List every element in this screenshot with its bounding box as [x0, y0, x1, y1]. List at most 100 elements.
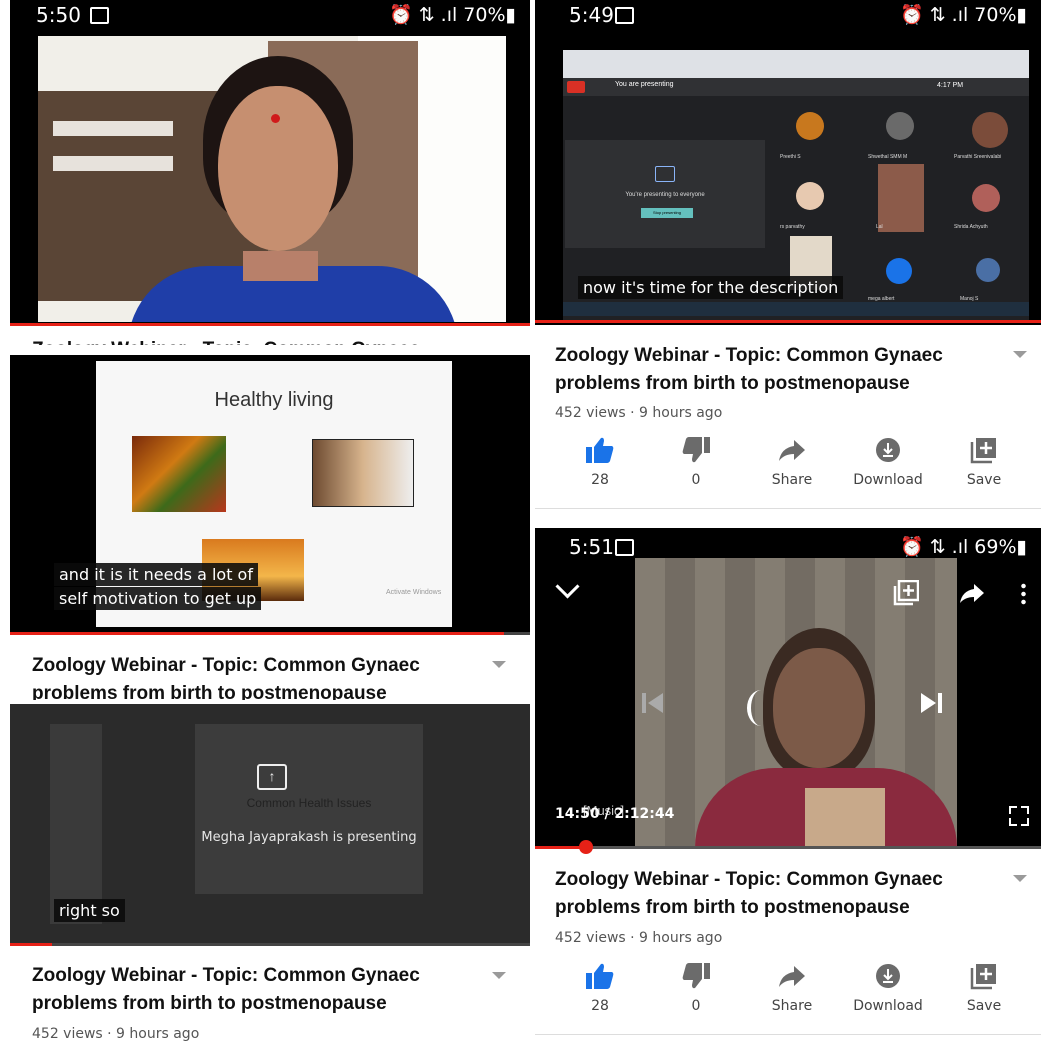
download-label: Download — [853, 472, 923, 488]
save-label: Save — [966, 472, 1002, 488]
share-label: Share — [771, 472, 813, 488]
playlist-add-icon — [970, 964, 996, 990]
video-title[interactable]: Zoology Webinar - Topic: Common Gynaec p… — [555, 342, 975, 398]
image-icon — [90, 7, 109, 24]
status-bar: 5:51 ⏰ ⇅ .ıl 69%▮ — [535, 528, 1041, 559]
video-title-line-2[interactable]: problems from birth to postmenopause — [32, 680, 387, 700]
video-progress[interactable] — [10, 943, 530, 946]
participant-avatar — [796, 112, 824, 140]
participant-avatar — [886, 258, 912, 284]
meet-presenting-label: You are presenting — [615, 81, 674, 88]
present-screen-icon — [655, 166, 675, 182]
save-button[interactable]: Save — [939, 962, 1029, 1014]
chevron-down-icon[interactable] — [492, 972, 506, 979]
video-player[interactable]: 5:51 ⏰ ⇅ .ıl 69%▮ [Music] 14:50 / 2:12:4… — [535, 528, 1041, 854]
status-time: 5:51 — [569, 535, 614, 559]
bindi — [271, 114, 280, 123]
person-face — [218, 86, 338, 251]
share-button[interactable]: Share — [747, 436, 837, 488]
share-icon[interactable] — [959, 582, 985, 604]
watermark: Activate Windows — [386, 589, 442, 596]
dislike-button[interactable]: 0 — [651, 962, 741, 1014]
screenshot-top-left: 5:50 ⏰ ⇅ .ıl 70%▮ Zoology Webinar - Topi… — [10, 0, 530, 345]
person-face — [773, 648, 865, 768]
participant-name: rs parvathy — [780, 224, 805, 230]
participant-avatar — [796, 182, 824, 210]
video-player[interactable] — [38, 36, 506, 322]
chevron-down-icon[interactable] — [1013, 351, 1027, 358]
browser-bar — [563, 50, 1029, 78]
scrubber-handle[interactable] — [579, 840, 593, 854]
screenshot-bottom-left: ↑ Common Health Issues Megha Jayaprakash… — [10, 704, 530, 1048]
video-timestamp: 14:50 / 2:12:44 — [555, 806, 675, 822]
status-indicators: ⏰ ⇅ .ıl 69%▮ — [900, 536, 1027, 558]
loading-spinner — [747, 690, 775, 726]
slide-title: Healthy living — [214, 389, 334, 411]
download-button[interactable]: Download — [843, 962, 933, 1014]
video-progress[interactable] — [10, 632, 530, 635]
screenshot-top-right: 5:49 ⏰ ⇅ .ıl 70%▮ You are presenting 4:1… — [535, 0, 1041, 520]
participant-name: Shwethal SMM M — [868, 154, 908, 160]
present-screen-icon: ↑ — [257, 764, 287, 790]
caption-line-2: self motivation to get up — [54, 587, 262, 610]
slide-thumbnails — [50, 724, 102, 924]
presenting-panel: You're presenting to everyone Stop prese… — [565, 140, 765, 248]
download-label: Download — [853, 998, 923, 1014]
meet-share-text: You're presenting to everyone — [625, 192, 705, 198]
thumbs-down-icon — [682, 437, 710, 463]
meet-time: 4:17 PM — [937, 82, 964, 89]
like-count: 28 — [591, 998, 609, 1014]
save-button[interactable]: Save — [939, 436, 1029, 488]
fullscreen-icon[interactable] — [1009, 806, 1029, 826]
image-icon — [615, 7, 634, 24]
video-title[interactable]: Zoology Webinar - Topic: Common Gynaec p… — [555, 866, 975, 922]
presenter-text: Megha Jayaprakash is presenting — [201, 830, 417, 845]
caption-line-1: and it is it needs a lot of — [54, 563, 258, 586]
previous-icon[interactable] — [639, 690, 665, 716]
status-time: 5:50 — [36, 3, 81, 27]
caption: right so — [54, 899, 125, 922]
meet-topbar: You are presenting 4:17 PM — [563, 78, 1029, 96]
playlist-add-icon — [970, 438, 996, 464]
dislike-button[interactable]: 0 — [651, 436, 741, 488]
action-bar: 28 0 Share Download Save — [535, 962, 1041, 1022]
video-title-cut: Zoology Webinar - Topic: Common Gynaec — [32, 336, 420, 345]
next-icon[interactable] — [919, 690, 945, 716]
video-player[interactable]: Healthy living Activate Windows and it i… — [10, 355, 530, 635]
screenshot-bottom-right: 5:51 ⏰ ⇅ .ıl 69%▮ [Music] 14:50 / 2:12:4… — [535, 528, 1041, 1048]
participant-video — [878, 164, 924, 232]
image-icon — [615, 539, 634, 556]
divider — [530, 0, 535, 1048]
more-options-icon[interactable] — [1021, 582, 1026, 606]
video-progress[interactable] — [535, 846, 1041, 849]
video-title-line-1[interactable]: Zoology Webinar - Topic: Common Gynaec — [32, 652, 420, 680]
download-icon — [876, 964, 900, 988]
status-bar: 5:50 ⏰ ⇅ .ıl 70%▮ — [10, 0, 530, 30]
like-button[interactable]: 28 — [555, 436, 645, 488]
share-icon — [779, 440, 805, 461]
participant-name: Preethi S — [780, 154, 801, 160]
download-button[interactable]: Download — [843, 436, 933, 488]
share-button[interactable]: Share — [747, 962, 837, 1014]
chevron-down-icon[interactable] — [1013, 875, 1027, 882]
participant-avatar — [886, 112, 914, 140]
dislike-count: 0 — [691, 998, 701, 1014]
participant-name: Lal — [876, 224, 883, 230]
playlist-add-icon[interactable] — [893, 580, 919, 606]
status-indicators: ⏰ ⇅ .ıl 70%▮ — [389, 4, 516, 26]
stop-presenting-button[interactable]: Stop presenting — [641, 208, 693, 218]
caption: now it's time for the description — [578, 276, 844, 299]
food-image — [132, 436, 226, 512]
participant-name: Shrida Achyuth — [954, 224, 988, 230]
drinking-water-image — [312, 439, 414, 507]
chevron-down-icon[interactable] — [492, 661, 506, 668]
video-meta: 452 views · 9 hours ago — [32, 1026, 200, 1042]
video-player[interactable]: ↑ Common Health Issues Megha Jayaprakash… — [10, 704, 530, 946]
chevron-down-icon[interactable] — [555, 574, 580, 599]
video-title[interactable]: Zoology Webinar - Topic: Common Gynaec p… — [32, 962, 472, 1018]
video-meta: 452 views · 9 hours ago — [555, 405, 723, 421]
thumbs-up-icon — [586, 963, 614, 989]
video-progress[interactable] — [535, 320, 1041, 323]
thumbs-down-icon — [682, 963, 710, 989]
like-button[interactable]: 28 — [555, 962, 645, 1014]
